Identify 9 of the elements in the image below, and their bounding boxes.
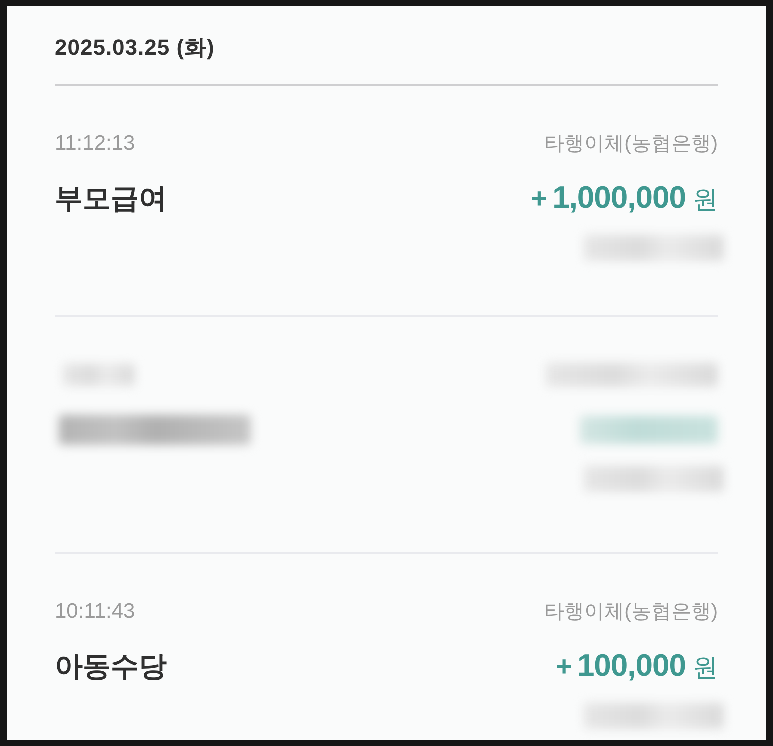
transaction-name: 부모급여 — [55, 182, 167, 216]
transfer-type: 타행이체(농협은행) — [544, 600, 718, 624]
transaction-time: 11:12:13 — [55, 132, 136, 156]
deposit-amount: + 1,000,000 원 — [531, 180, 718, 217]
transfer-type: 타행이체(농협은행) — [544, 132, 718, 156]
transaction-name: 아동수당 — [55, 650, 167, 684]
deposit-amount: + 100,000 원 — [556, 648, 718, 685]
date-heading: 2025.03.25 (화) — [55, 36, 216, 60]
transaction-time: 10:11:43 — [55, 600, 136, 624]
